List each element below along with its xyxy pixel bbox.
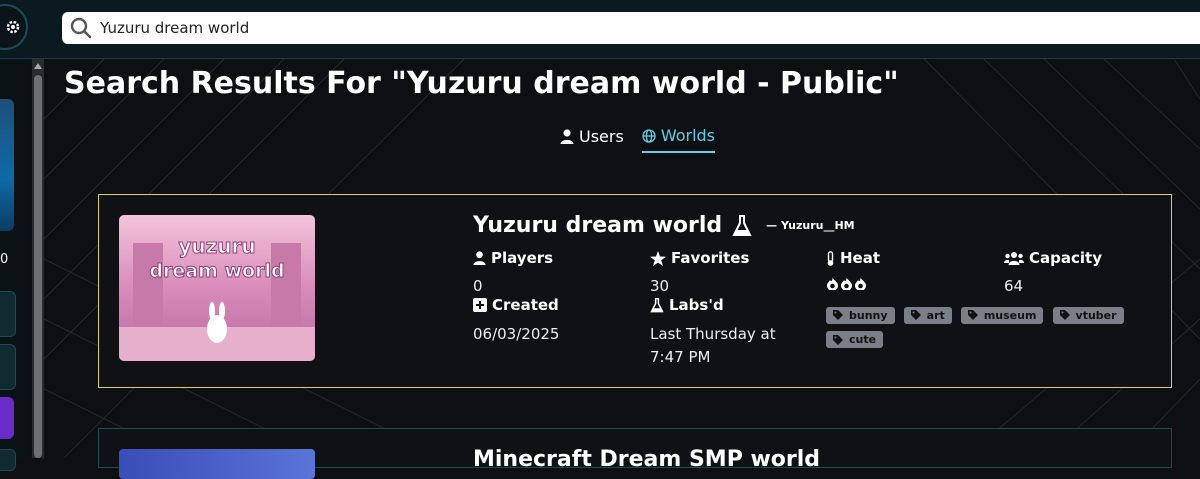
sidebar-tile[interactable]	[0, 344, 16, 390]
fire-icon	[855, 278, 866, 290]
players-label: Players	[473, 249, 553, 267]
tag-icon	[833, 310, 843, 320]
tag[interactable]: vtuber	[1052, 306, 1124, 324]
flask-icon	[732, 214, 752, 236]
settings-button[interactable]	[0, 4, 28, 50]
heat-value	[826, 277, 867, 290]
world-thumbnail[interactable]	[119, 449, 315, 479]
world-name: Yuzuru dream world	[473, 213, 723, 238]
world-thumbnail[interactable]: yuzuru dream world	[119, 215, 315, 361]
sidebar-count: 0	[0, 252, 9, 267]
scrollbar[interactable]	[32, 59, 44, 458]
world-result-card[interactable]: Minecraft Dream SMP world	[98, 428, 1172, 479]
tag[interactable]: cute	[826, 331, 884, 348]
tag-list: bunny art museum vtuber cute	[826, 305, 1146, 354]
result-tabs: Users Worlds	[560, 126, 715, 153]
star-icon	[650, 250, 666, 266]
scrollbar-thumb[interactable]	[34, 75, 42, 458]
tab-users[interactable]: Users	[560, 126, 624, 153]
scroll-up-arrow[interactable]	[34, 63, 42, 69]
fire-icon	[827, 278, 838, 290]
world-title[interactable]: Yuzuru dream world — Yuzuru__HM	[473, 213, 855, 238]
tab-worlds[interactable]: Worlds	[641, 126, 715, 153]
world-name[interactable]: Minecraft Dream SMP world	[473, 447, 820, 472]
tag-icon	[967, 310, 978, 320]
tag-icon	[833, 334, 843, 345]
thumbnail-text: yuzuru	[178, 234, 255, 258]
sidebar-tile[interactable]	[0, 449, 16, 471]
search-icon	[70, 17, 92, 39]
plus-square-icon	[473, 298, 487, 312]
labs-value-line2: 7:47 PM	[650, 348, 711, 366]
left-sidebar: 0	[0, 59, 26, 471]
tag[interactable]: museum	[960, 306, 1044, 324]
gear-icon	[6, 20, 20, 34]
created-value: 06/03/2025	[473, 325, 560, 343]
user-icon	[560, 129, 574, 144]
group-icon	[1004, 252, 1024, 265]
thermometer-icon	[827, 250, 834, 266]
globe-icon	[642, 128, 656, 143]
tab-label: Users	[579, 127, 624, 146]
page-title: Search Results For "Yuzuru dream world -…	[64, 66, 899, 101]
sidebar-tile[interactable]	[0, 397, 14, 439]
user-icon	[473, 251, 486, 265]
tag-icon	[910, 310, 921, 320]
world-author[interactable]: — Yuzuru__HM	[766, 219, 854, 232]
sidebar-tile[interactable]	[0, 99, 14, 231]
world-result-card[interactable]: yuzuru dream world Yuzuru dream world — …	[98, 194, 1172, 388]
search-input[interactable]	[98, 18, 1102, 38]
favorites-value: 30	[650, 277, 670, 295]
capacity-value: 64	[1004, 277, 1024, 295]
favorites-label: Favorites	[650, 249, 749, 267]
heat-label: Heat	[826, 249, 880, 267]
tab-label: Worlds	[660, 126, 715, 145]
sidebar-tile[interactable]	[0, 291, 16, 337]
top-bar	[0, 0, 1200, 59]
tag-icon	[1059, 310, 1070, 320]
flask-icon	[650, 297, 664, 312]
tag[interactable]: art	[903, 306, 952, 324]
players-value: 0	[473, 277, 483, 295]
capacity-label: Capacity	[1004, 249, 1102, 267]
created-label: Created	[473, 296, 559, 314]
labs-label: Labs'd	[650, 296, 724, 314]
tag[interactable]: bunny	[826, 306, 895, 324]
fire-icon	[841, 278, 852, 290]
labs-value-line1: Last Thursday at	[650, 325, 776, 343]
search-bar[interactable]	[62, 12, 1200, 44]
thumbnail-text: dream world	[149, 260, 284, 282]
